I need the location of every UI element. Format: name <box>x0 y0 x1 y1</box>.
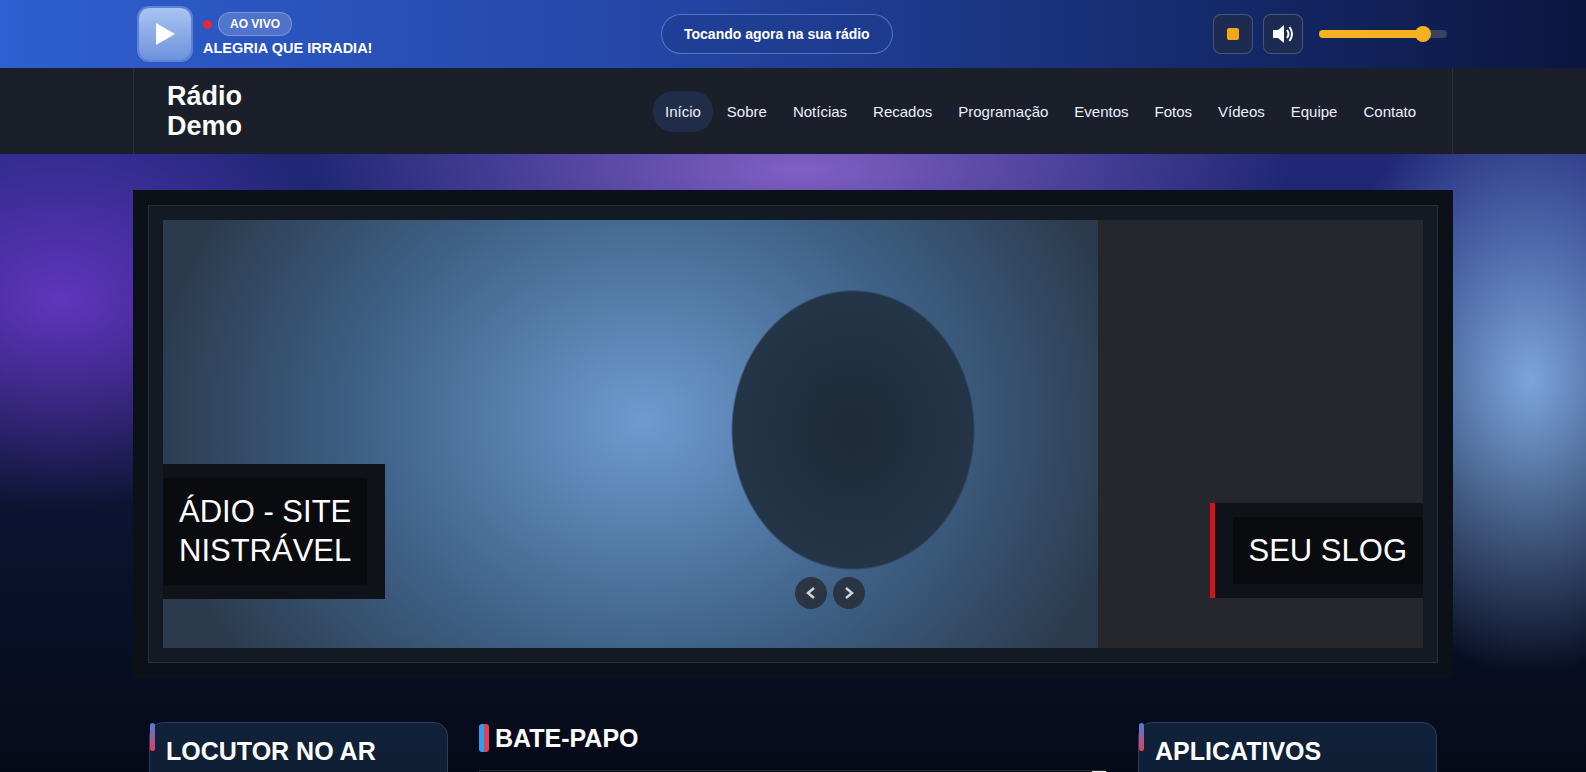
menu-item[interactable]: Vídeos <box>1206 91 1277 132</box>
section-title: APLICATIVOS <box>1155 737 1420 766</box>
chevron-right-icon <box>843 586 855 600</box>
slide: ÁDIO - SITENISTRÁVEL SEU SLOG <box>163 220 1423 648</box>
chat-section: BATE-PAPO <box>479 722 1107 772</box>
speaker-icon <box>1271 23 1295 45</box>
live-dot-icon <box>203 20 212 29</box>
menu-item[interactable]: Equipe <box>1279 91 1350 132</box>
logo-line: Rádio <box>167 81 242 111</box>
menu-item[interactable]: Início <box>653 91 713 132</box>
banner-slider: ÁDIO - SITENISTRÁVEL SEU SLOG <box>133 190 1453 678</box>
section-title: LOCUTOR NO AR <box>166 737 431 766</box>
stop-icon <box>1227 28 1239 40</box>
scrollbar[interactable] <box>1092 771 1106 772</box>
section-card: LOCUTOR NO AR <box>149 722 448 772</box>
prev-button[interactable] <box>795 577 827 609</box>
logo[interactable]: RádioDemo <box>167 81 242 141</box>
volume-knob[interactable] <box>1415 26 1431 42</box>
player-bar: AO VIVO ALEGRIA QUE IRRADIA! Tocando agora… <box>0 0 1586 68</box>
menu-item[interactable]: Contato <box>1351 91 1428 132</box>
chat-box[interactable] <box>479 770 1107 772</box>
menu-item[interactable]: Eventos <box>1062 91 1140 132</box>
live-badge: AO VIVO <box>218 12 292 36</box>
slide-caption: ÁDIO - SITENISTRÁVEL <box>163 464 385 599</box>
play-button[interactable] <box>139 8 191 60</box>
chevron-left-icon <box>805 586 817 600</box>
logo-line: Demo <box>167 111 242 141</box>
volume-button[interactable] <box>1263 14 1303 54</box>
stop-button[interactable] <box>1213 14 1253 54</box>
slide-caption: SEU SLOG <box>1210 503 1424 598</box>
caption-line: ÁDIO - SITE <box>179 492 351 531</box>
menu-item[interactable]: Notícias <box>781 91 859 132</box>
volume-slider[interactable] <box>1319 30 1447 38</box>
menu-item[interactable]: Sobre <box>715 91 779 132</box>
menu-item[interactable]: Recados <box>861 91 944 132</box>
caption-line: SEU SLOG <box>1249 531 1408 570</box>
now-playing: Tocando agora na sua rádio <box>661 14 893 54</box>
menu-item[interactable]: Fotos <box>1143 91 1205 132</box>
volume-fill <box>1319 30 1423 38</box>
caption-line: NISTRÁVEL <box>179 531 351 570</box>
slogan: ALEGRIA QUE IRRADIA! <box>203 40 372 56</box>
section-title: BATE-PAPO <box>495 724 639 753</box>
play-icon <box>154 22 176 46</box>
section-card: APLICATIVOS <box>1138 722 1437 772</box>
main-menu: InícioSobreNotíciasRecadosProgramaçãoEve… <box>653 91 1428 132</box>
navbar: RádioDemo InícioSobreNotíciasRecadosProgr… <box>133 68 1453 154</box>
next-button[interactable] <box>833 577 865 609</box>
menu-item[interactable]: Programação <box>946 91 1060 132</box>
